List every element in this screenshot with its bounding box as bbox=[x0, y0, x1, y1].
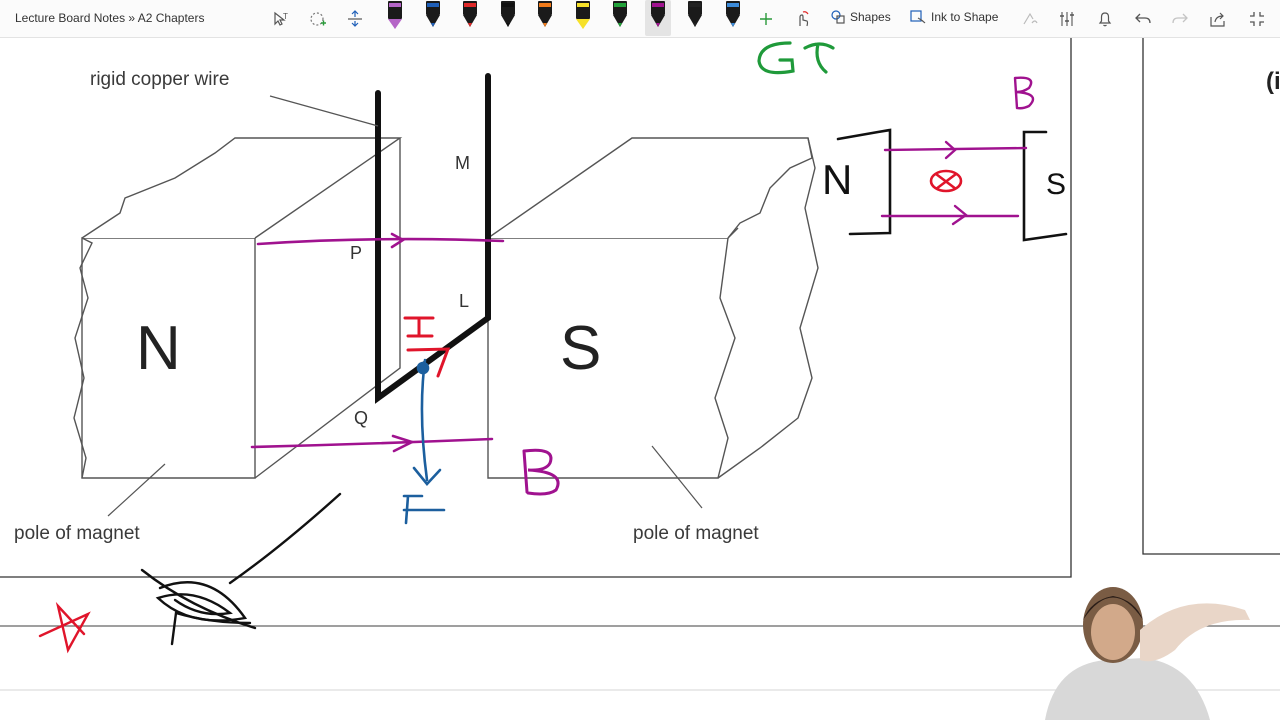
breadcrumb[interactable]: Lecture Board Notes » A2 Chapters bbox=[15, 11, 204, 25]
pen-blue-icon[interactable] bbox=[420, 0, 446, 36]
insert-space-icon[interactable] bbox=[344, 6, 366, 32]
shapes-icon bbox=[831, 10, 845, 24]
redo-icon[interactable] bbox=[1169, 6, 1191, 32]
red-star-doodle bbox=[38, 601, 91, 654]
pen-lightblue-icon[interactable] bbox=[720, 0, 746, 36]
magnet-right bbox=[487, 137, 819, 479]
pen-dark-icon[interactable] bbox=[682, 0, 708, 36]
small-n-label: N bbox=[822, 156, 853, 203]
ink-to-shape-label: Ink to Shape bbox=[931, 10, 999, 24]
edge-text: (i bbox=[1266, 68, 1280, 95]
webcam-overlay bbox=[1025, 570, 1280, 720]
point-l-label: L bbox=[459, 291, 470, 311]
ink-to-shape-button[interactable]: Ink to Shape bbox=[910, 10, 998, 24]
highlighter-yellow-icon[interactable] bbox=[570, 0, 596, 36]
small-s-label: S bbox=[1046, 168, 1067, 201]
presenter-figure bbox=[1045, 587, 1250, 720]
lasso-add-icon[interactable] bbox=[307, 6, 329, 32]
small-field-lines bbox=[880, 140, 1028, 226]
magnet-left bbox=[73, 137, 403, 479]
pen-green-icon[interactable] bbox=[607, 0, 633, 36]
highlighter-purple-icon[interactable] bbox=[382, 0, 408, 36]
collapse-fullscreen-icon[interactable] bbox=[1246, 6, 1268, 32]
point-p-label: P bbox=[350, 243, 363, 263]
pen-orange-icon[interactable] bbox=[532, 0, 558, 36]
shapes-label: Shapes bbox=[850, 10, 891, 24]
label-pole-right: pole of magnet bbox=[633, 523, 759, 544]
ruler-settings-icon[interactable] bbox=[1056, 6, 1078, 32]
ink-to-math-icon[interactable] bbox=[1019, 6, 1041, 32]
svg-text:T: T bbox=[283, 12, 288, 21]
ink-toolbar: Lecture Board Notes » A2 Chapters T Shap… bbox=[0, 0, 1280, 38]
current-into-page-symbol bbox=[929, 169, 963, 193]
bell-icon[interactable] bbox=[1094, 6, 1116, 32]
eye-doodle bbox=[140, 492, 342, 646]
point-m-label: M bbox=[455, 153, 470, 173]
pen-black-icon[interactable] bbox=[495, 0, 521, 36]
point-q-label: Q bbox=[354, 408, 369, 428]
label-pole-left: pole of magnet bbox=[14, 523, 140, 544]
second-page-frame bbox=[1142, 38, 1280, 555]
select-text-icon[interactable]: T bbox=[270, 6, 292, 32]
magnet-n-label: N bbox=[136, 314, 181, 383]
touch-draw-icon[interactable] bbox=[791, 6, 813, 32]
pen-magenta-active-icon[interactable] bbox=[644, 0, 671, 36]
add-pen-icon[interactable] bbox=[756, 6, 776, 32]
share-icon[interactable] bbox=[1207, 6, 1229, 32]
ink-to-shape-icon bbox=[910, 10, 926, 24]
undo-icon[interactable] bbox=[1132, 6, 1154, 32]
magnet-s-label: S bbox=[560, 314, 602, 383]
top-green-note bbox=[757, 41, 835, 75]
small-field-label-b bbox=[1013, 76, 1035, 110]
pen-red-icon[interactable] bbox=[457, 0, 483, 36]
label-rigid-copper-wire: rigid copper wire bbox=[90, 69, 230, 90]
shapes-button[interactable]: Shapes bbox=[831, 10, 891, 24]
